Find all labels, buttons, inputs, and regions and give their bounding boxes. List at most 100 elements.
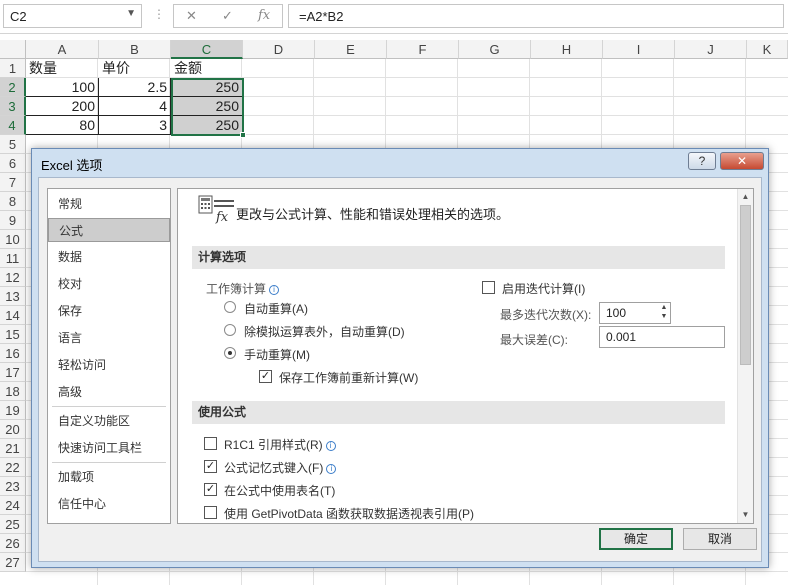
- cell-b3[interactable]: 4: [99, 97, 171, 116]
- cancel-icon[interactable]: ✕: [186, 8, 197, 24]
- nav-item-save[interactable]: 保存: [48, 299, 170, 323]
- select-all-corner[interactable]: [0, 40, 26, 59]
- formula-autocomplete-label[interactable]: 公式记忆式键入(F) i: [224, 459, 337, 476]
- cell-b4[interactable]: 3: [99, 116, 171, 135]
- recalc-before-save-checkbox[interactable]: ✓: [259, 370, 272, 383]
- row-header-16[interactable]: 16: [0, 344, 26, 363]
- formula-autocomplete-checkbox[interactable]: ✓: [204, 460, 217, 473]
- col-header-j[interactable]: J: [675, 40, 747, 59]
- content-scrollbar[interactable]: ▲ ▼: [737, 189, 753, 523]
- nav-item-proofing[interactable]: 校对: [48, 272, 170, 296]
- col-header-g[interactable]: G: [459, 40, 531, 59]
- row-header-26[interactable]: 26: [0, 534, 26, 553]
- nav-item-customize-ribbon[interactable]: 自定义功能区: [48, 409, 170, 433]
- row-header-3[interactable]: 3: [0, 97, 26, 116]
- row-header-11[interactable]: 11: [0, 249, 26, 268]
- row-header-18[interactable]: 18: [0, 382, 26, 401]
- table-names-checkbox[interactable]: ✓: [204, 483, 217, 496]
- cell-a3[interactable]: 200: [26, 97, 99, 116]
- row-header-10[interactable]: 10: [0, 230, 26, 249]
- nav-item-add-ins[interactable]: 加载项: [48, 465, 170, 489]
- cell-c3[interactable]: 250: [171, 97, 243, 116]
- max-change-input[interactable]: 0.001: [599, 326, 725, 348]
- radio-automatic[interactable]: [224, 301, 236, 313]
- cell-a2[interactable]: 100: [26, 78, 99, 97]
- more-icon: ⋮: [153, 7, 165, 21]
- cell-b1[interactable]: 单价: [99, 59, 171, 78]
- radio-automatic-except-tables-label[interactable]: 除模拟运算表外，自动重算(D): [244, 323, 405, 340]
- cell-c2[interactable]: 250: [171, 78, 243, 97]
- row-header-27[interactable]: 27: [0, 553, 26, 572]
- r1c1-checkbox[interactable]: [204, 437, 217, 450]
- col-header-h[interactable]: H: [531, 40, 603, 59]
- col-header-c[interactable]: C: [171, 40, 243, 59]
- cell-b2[interactable]: 2.5: [99, 78, 171, 97]
- row-header-21[interactable]: 21: [0, 439, 26, 458]
- row-header-4[interactable]: 4: [0, 116, 26, 135]
- getpivotdata-checkbox[interactable]: [204, 506, 217, 519]
- iterative-calc-label[interactable]: 启用迭代计算(I): [502, 280, 585, 297]
- radio-manual-label[interactable]: 手动重算(M): [244, 346, 310, 363]
- insert-function-icon[interactable]: fx: [258, 8, 270, 23]
- row-header-14[interactable]: 14: [0, 306, 26, 325]
- col-header-f[interactable]: F: [387, 40, 459, 59]
- row-header-24[interactable]: 24: [0, 496, 26, 515]
- nav-item-advanced[interactable]: 高级: [48, 380, 170, 404]
- row-header-19[interactable]: 19: [0, 401, 26, 420]
- nav-item-accessibility[interactable]: 轻松访问: [48, 353, 170, 377]
- cell-c1[interactable]: 金额: [171, 59, 243, 78]
- fill-handle[interactable]: [240, 132, 246, 138]
- row-header-9[interactable]: 9: [0, 211, 26, 230]
- radio-automatic-except-tables[interactable]: [224, 324, 236, 336]
- row-header-23[interactable]: 23: [0, 477, 26, 496]
- row-header-7[interactable]: 7: [0, 173, 26, 192]
- col-header-a[interactable]: A: [26, 40, 99, 59]
- iterative-calc-checkbox[interactable]: [482, 281, 495, 294]
- radio-automatic-label[interactable]: 自动重算(A): [244, 300, 308, 317]
- close-button[interactable]: ✕: [720, 152, 764, 170]
- row-header-20[interactable]: 20: [0, 420, 26, 439]
- row-header-12[interactable]: 12: [0, 268, 26, 287]
- cell-a1[interactable]: 数量: [26, 59, 99, 78]
- col-header-b[interactable]: B: [99, 40, 171, 59]
- nav-item-formulas[interactable]: 公式: [48, 218, 170, 242]
- max-iterations-input[interactable]: 100 ▲ ▼: [599, 302, 671, 324]
- row-header-13[interactable]: 13: [0, 287, 26, 306]
- row-header-17[interactable]: 17: [0, 363, 26, 382]
- formula-input[interactable]: =A2*B2: [288, 4, 784, 28]
- col-header-k[interactable]: K: [747, 40, 788, 59]
- r1c1-label[interactable]: R1C1 引用样式(R) i: [224, 436, 336, 453]
- ok-button[interactable]: 确定: [599, 528, 673, 550]
- nav-item-language[interactable]: 语言: [48, 326, 170, 350]
- cancel-button[interactable]: 取消: [683, 528, 757, 550]
- scroll-thumb[interactable]: [740, 205, 751, 365]
- scroll-up-icon[interactable]: ▲: [738, 189, 753, 204]
- cell-c4[interactable]: 250: [171, 116, 243, 135]
- row-header-6[interactable]: 6: [0, 154, 26, 173]
- row-header-5[interactable]: 5: [0, 135, 26, 154]
- nav-item-trust-center[interactable]: 信任中心: [48, 492, 170, 516]
- radio-manual[interactable]: [224, 347, 236, 359]
- col-header-i[interactable]: I: [603, 40, 675, 59]
- scroll-down-icon[interactable]: ▼: [738, 507, 753, 522]
- nav-item-quick-access-toolbar[interactable]: 快速访问工具栏: [48, 436, 170, 460]
- row-header-25[interactable]: 25: [0, 515, 26, 534]
- col-header-e[interactable]: E: [315, 40, 387, 59]
- cell-a4[interactable]: 80: [26, 116, 99, 135]
- row-header-22[interactable]: 22: [0, 458, 26, 477]
- row-header-15[interactable]: 15: [0, 325, 26, 344]
- enter-icon[interactable]: ✓: [222, 8, 233, 24]
- spinner-arrows-icon[interactable]: ▲ ▼: [658, 303, 670, 323]
- row-header-2[interactable]: 2: [0, 78, 26, 97]
- nav-item-general[interactable]: 常规: [48, 192, 170, 216]
- nav-item-data[interactable]: 数据: [48, 245, 170, 269]
- name-box[interactable]: C2 ▼: [3, 4, 142, 28]
- chevron-down-icon[interactable]: ▼: [126, 8, 136, 19]
- row-header-8[interactable]: 8: [0, 192, 26, 211]
- recalc-before-save-label[interactable]: 保存工作簿前重新计算(W): [279, 369, 418, 386]
- col-header-d[interactable]: D: [243, 40, 315, 59]
- help-button[interactable]: ?: [688, 152, 716, 170]
- table-names-label[interactable]: 在公式中使用表名(T): [224, 482, 335, 499]
- getpivotdata-label[interactable]: 使用 GetPivotData 函数获取数据透视表引用(P): [224, 505, 474, 522]
- row-header-1[interactable]: 1: [0, 59, 26, 78]
